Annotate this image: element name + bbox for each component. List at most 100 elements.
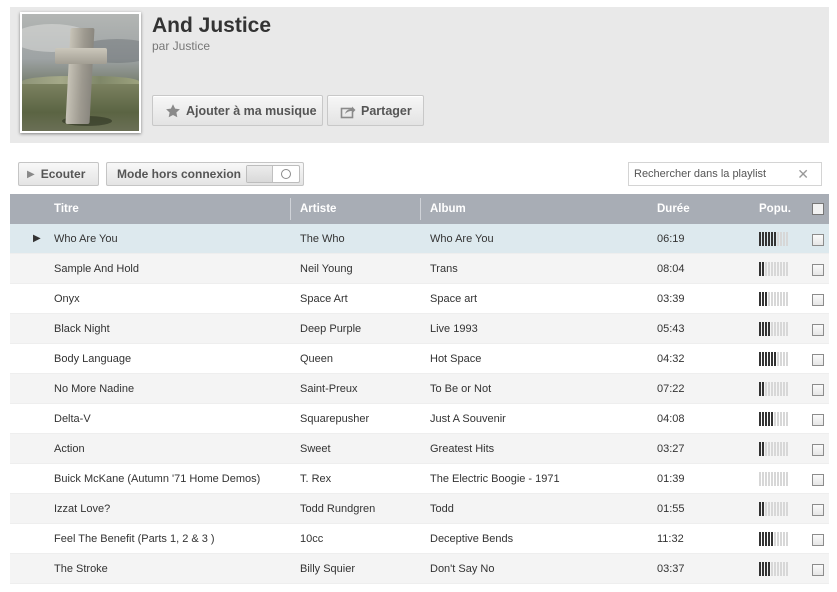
track-title[interactable]: The Stroke [54,554,108,584]
popularity-bar [786,502,788,516]
table-row[interactable]: Buick McKane (Autumn '71 Home Demos) T. … [10,464,829,494]
track-checkbox[interactable] [812,414,824,426]
track-title[interactable]: Body Language [54,344,131,374]
track-title[interactable]: No More Nadine [54,374,134,404]
column-header-artist[interactable]: Artiste [300,194,336,224]
popularity-bar [768,532,770,546]
track-checkbox[interactable] [812,324,824,336]
popularity-bar [759,232,761,246]
column-header-title[interactable]: Titre [54,194,79,224]
table-row[interactable]: Black Night Deep Purple Live 1993 05:43 [10,314,829,344]
table-row[interactable]: Izzat Love? Todd Rundgren Todd 01:55 [10,494,829,524]
column-header-popularity[interactable]: Popu. [759,194,791,224]
popularity-meter [759,502,788,516]
popularity-bar [768,562,770,576]
track-title[interactable]: Delta-V [54,404,91,434]
track-title[interactable]: Action [54,434,85,464]
table-row[interactable]: Feel The Benefit (Parts 1, 2 & 3 ) 10cc … [10,524,829,554]
table-row[interactable]: No More Nadine Saint-Preux To Be or Not … [10,374,829,404]
popularity-bar [786,232,788,246]
track-title[interactable]: Onyx [54,284,80,314]
offline-mode-button[interactable]: Mode hors connexion [106,162,304,186]
popularity-bar [774,472,776,486]
track-checkbox[interactable] [812,534,824,546]
track-album[interactable]: To Be or Not [430,374,491,404]
playlist-search-input[interactable] [629,163,794,185]
track-album[interactable]: Just A Souvenir [430,404,506,434]
track-artist[interactable]: 10cc [300,524,323,554]
table-row[interactable]: Body Language Queen Hot Space 04:32 [10,344,829,374]
popularity-meter [759,562,788,576]
popularity-meter [759,292,788,306]
popularity-bar [780,322,782,336]
listen-button[interactable]: ▶ Ecouter [18,162,99,186]
clear-search-icon[interactable]: ✕ [797,166,809,183]
popularity-meter [759,232,788,246]
album-cover-image [22,14,139,131]
table-row[interactable]: Onyx Space Art Space art 03:39 [10,284,829,314]
track-title[interactable]: Feel The Benefit (Parts 1, 2 & 3 ) [54,524,215,554]
popularity-bar [768,352,770,366]
popularity-bar [759,382,761,396]
track-checkbox[interactable] [812,384,824,396]
track-album[interactable]: Don't Say No [430,554,494,584]
track-artist[interactable]: T. Rex [300,464,331,494]
track-artist[interactable]: Saint-Preux [300,374,357,404]
track-title[interactable]: Sample And Hold [54,254,139,284]
popularity-bar [786,532,788,546]
column-header-album[interactable]: Album [430,194,466,224]
track-album[interactable]: Trans [430,254,458,284]
track-checkbox[interactable] [812,264,824,276]
track-title[interactable]: Black Night [54,314,110,344]
add-to-my-music-button[interactable]: Ajouter à ma musique [152,95,323,126]
track-duration: 03:39 [657,293,685,305]
table-row[interactable]: Action Sweet Greatest Hits 03:27 [10,434,829,464]
track-album[interactable]: The Electric Boogie - 1971 [430,464,560,494]
track-album[interactable]: Hot Space [430,344,481,374]
track-album[interactable]: Deceptive Bends [430,524,513,554]
table-row[interactable]: Sample And Hold Neil Young Trans 08:04 [10,254,829,284]
track-artist[interactable]: Neil Young [300,254,353,284]
track-title[interactable]: Izzat Love? [54,494,110,524]
table-body: ▶ Who Are You The Who Who Are You 06:19 … [10,224,829,584]
column-header-duration[interactable]: Durée [657,194,690,224]
track-artist[interactable]: Billy Squier [300,554,355,584]
track-artist[interactable]: The Who [300,224,345,254]
track-album[interactable]: Live 1993 [430,314,478,344]
table-row[interactable]: ▶ Who Are You The Who Who Are You 06:19 [10,224,829,254]
popularity-bar [783,382,785,396]
track-album[interactable]: Todd [430,494,454,524]
track-album[interactable]: Space art [430,284,477,314]
track-checkbox[interactable] [812,474,824,486]
track-title[interactable]: Who Are You [54,224,118,254]
track-artist[interactable]: Space Art [300,284,348,314]
popularity-bar [759,412,761,426]
track-checkbox[interactable] [812,564,824,576]
table-row[interactable]: Delta-V Squarepusher Just A Souvenir 04:… [10,404,829,434]
album-artist[interactable]: par Justice [152,39,210,53]
popularity-bar [768,412,770,426]
offline-mode-toggle[interactable] [246,165,300,183]
popularity-bar [777,352,779,366]
track-artist[interactable]: Queen [300,344,333,374]
track-checkbox[interactable] [812,444,824,456]
album-cover[interactable] [20,12,141,133]
track-checkbox[interactable] [812,354,824,366]
share-button[interactable]: Partager [327,95,424,126]
now-playing-icon: ▶ [33,233,41,244]
track-album[interactable]: Who Are You [430,224,494,254]
track-artist[interactable]: Deep Purple [300,314,361,344]
track-checkbox[interactable] [812,504,824,516]
track-artist[interactable]: Sweet [300,434,331,464]
track-checkbox[interactable] [812,294,824,306]
track-title[interactable]: Buick McKane (Autumn '71 Home Demos) [54,464,260,494]
track-checkbox[interactable] [812,234,824,246]
track-artist[interactable]: Todd Rundgren [300,494,375,524]
select-all-checkbox[interactable] [812,203,824,215]
track-album[interactable]: Greatest Hits [430,434,494,464]
popularity-bar [768,442,770,456]
table-row[interactable]: The Stroke Billy Squier Don't Say No 03:… [10,554,829,584]
track-artist[interactable]: Squarepusher [300,404,369,434]
popularity-meter [759,442,788,456]
popularity-bar [762,442,764,456]
